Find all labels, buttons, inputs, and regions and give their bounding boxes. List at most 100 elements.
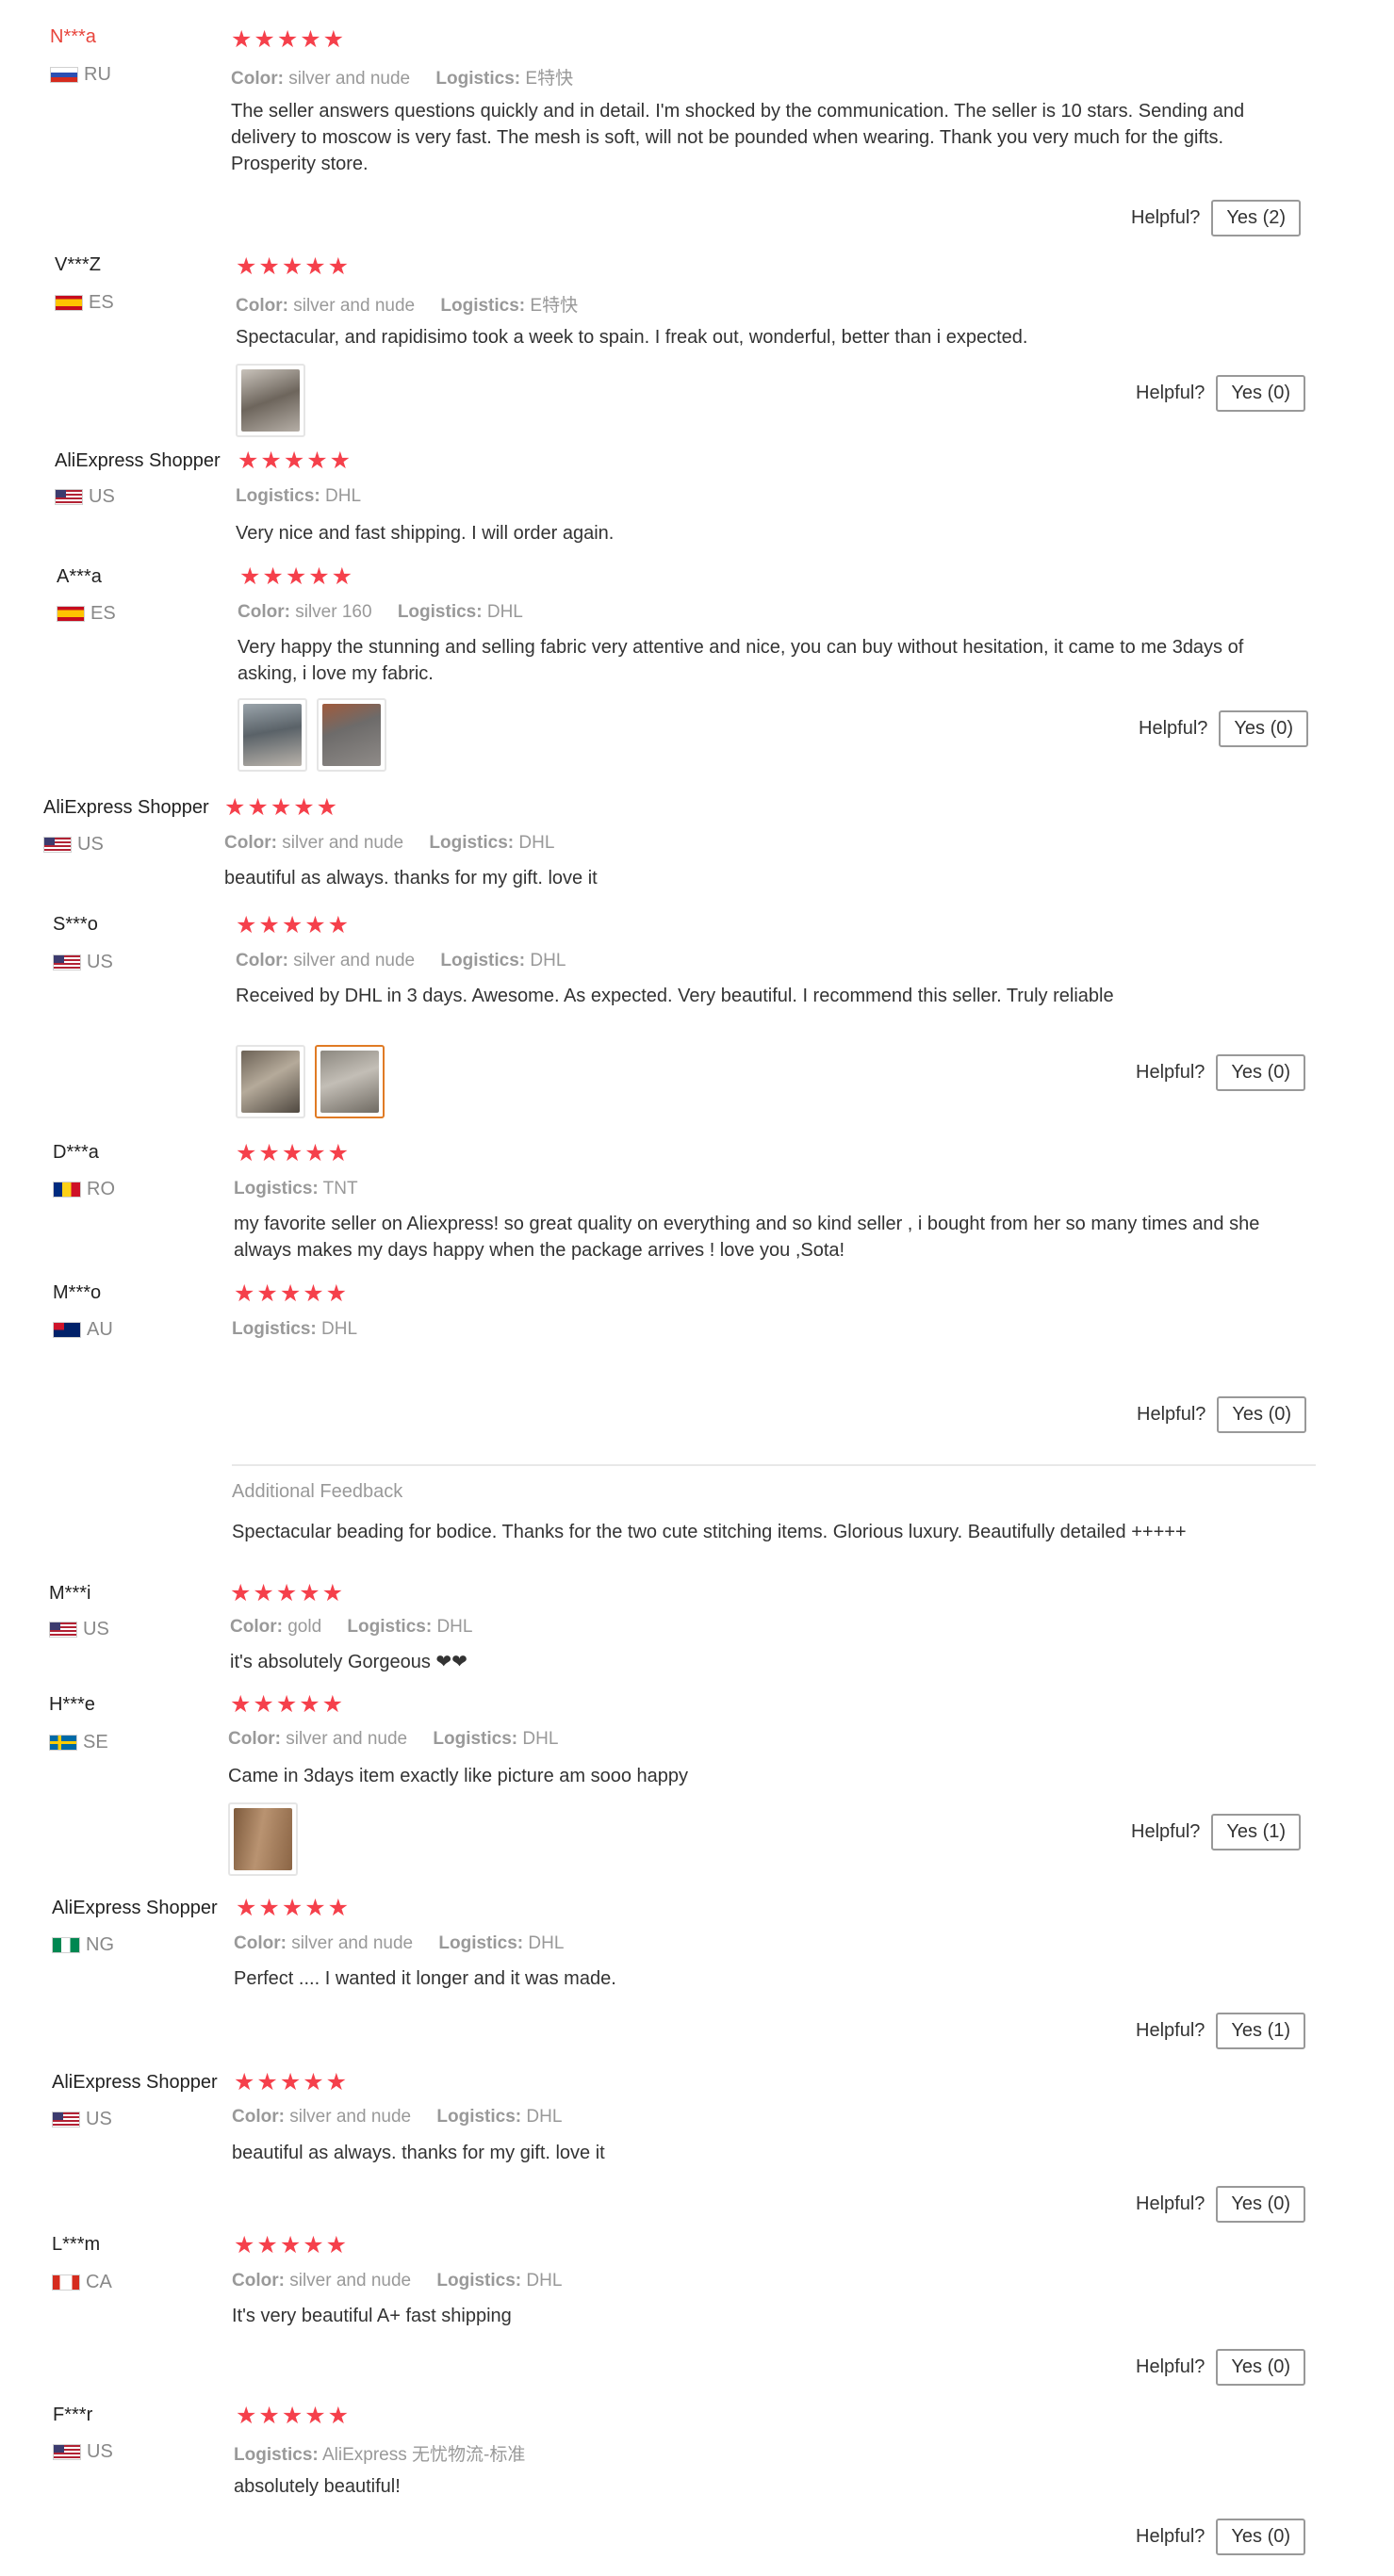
reviewer-country: NG [52,1934,114,1956]
reviewer-country: ES [57,603,116,625]
color-value: silver and nude [293,296,416,316]
reviewer-name: L***m [52,2234,101,2255]
order-info: Color: silver and nude Logistics: DHL [234,1933,584,1954]
color-label: Color: [236,951,288,970]
review-photos [236,1045,385,1118]
color-label: Color: [234,1933,287,1953]
helpful-label: Helpful? [1136,383,1205,403]
review-photo-thumbnail[interactable] [238,698,307,772]
helpful-yes-button[interactable]: Yes (0) [1217,1396,1307,1433]
logistics-value: DHL [486,602,523,622]
helpful-yes-button[interactable]: Yes (1) [1211,1814,1302,1850]
color-value: silver and nude [291,1933,414,1953]
usa-flag-icon [53,954,81,970]
logistics-value: DHL [526,2107,563,2127]
helpful-label: Helpful? [1137,1404,1206,1425]
reviewer-country: US [53,2441,113,2463]
canada-flag-icon [52,2274,80,2291]
helpful-section: Helpful? Yes (0) [1136,2349,1306,2386]
color-value: silver and nude [282,833,404,853]
logistics-label: Logistics: [234,1179,319,1198]
helpful-yes-button[interactable]: Yes (0) [1216,2349,1306,2386]
logistics-label: Logistics: [440,296,526,316]
reviewer-country: US [53,952,113,973]
star-rating: ★★★★★ [230,1580,346,1606]
logistics-label: Logistics: [232,1319,317,1339]
reviewer-name: AliExpress Shopper [55,450,221,471]
review-feed: N***a RU ★★★★★ Color: silver and nude Lo… [0,0,1394,2576]
reviewer-name: D***a [53,1142,99,1163]
usa-flag-icon [43,837,72,853]
review-photo-thumbnail[interactable] [236,364,305,437]
helpful-label: Helpful? [1131,207,1201,228]
color-label: Color: [228,1729,281,1749]
star-rating: ★★★★★ [236,253,352,280]
logistics-value: E特快 [530,296,579,316]
helpful-section: Helpful? Yes (1) [1136,2013,1306,2049]
helpful-yes-button[interactable]: Yes (0) [1216,2186,1306,2223]
star-rating: ★★★★★ [234,2069,350,2095]
color-label: Color: [224,833,277,853]
logistics-label: Logistics: [438,1933,524,1953]
additional-feedback-text: Spectacular beading for bodice. Thanks f… [232,1522,1187,1542]
star-rating: ★★★★★ [224,794,340,821]
logistics-value: DHL [528,1933,565,1953]
review-photos [228,1802,298,1876]
usa-flag-icon [52,2111,80,2128]
color-value: silver 160 [295,602,372,622]
helpful-section: Helpful? Yes (0) [1136,2186,1306,2223]
color-value: silver and nude [289,2107,412,2127]
reviewer-country: US [49,1619,109,1640]
helpful-yes-button[interactable]: Yes (0) [1219,710,1309,747]
color-value: gold [287,1617,322,1637]
order-info: Color: silver and nude Logistics: E特快 [236,291,599,317]
logistics-value: DHL [522,1729,559,1749]
helpful-section: Helpful? Yes (1) [1131,1814,1302,1850]
helpful-section: Helpful? Yes (0) [1136,375,1306,412]
helpful-yes-button[interactable]: Yes (0) [1216,1054,1306,1091]
order-info: Color: silver and nude Logistics: DHL [232,2271,582,2291]
order-info: Logistics: AliExpress 无忧物流-标准 [234,2440,546,2466]
helpful-label: Helpful? [1136,2356,1205,2377]
country-code: ES [90,603,116,624]
reviewer-name: AliExpress Shopper [43,797,209,818]
review-text: Came in 3days item exactly like picture … [228,1766,689,1786]
review-text: beautiful as always. thanks for my gift.… [224,868,598,889]
reviewer-country: US [55,486,115,508]
logistics-value: DHL [518,833,555,853]
color-label: Color: [238,602,290,622]
review-photo-thumbnail[interactable] [228,1802,298,1876]
color-label: Color: [236,296,288,316]
reviewer-country: ES [55,292,114,314]
country-code: US [87,2441,113,2462]
usa-flag-icon [49,1622,77,1638]
helpful-yes-button[interactable]: Yes (0) [1216,375,1306,412]
reviewer-country: CA [52,2272,112,2293]
review-photo-thumbnail[interactable] [315,1045,385,1118]
helpful-section: Helpful? Yes (0) [1139,710,1309,747]
country-code: RU [84,64,111,85]
star-rating: ★★★★★ [230,1691,346,1718]
logistics-label: Logistics: [435,69,521,89]
helpful-yes-button[interactable]: Yes (0) [1216,2519,1306,2555]
country-code: US [89,486,115,507]
logistics-value: E特快 [525,69,574,89]
review-photos [236,364,305,437]
order-info: Logistics: DHL [232,1319,378,1340]
nigeria-flag-icon [52,1937,80,1953]
review-photo-thumbnail[interactable] [317,698,386,772]
reviewer-name: M***i [49,1583,91,1604]
reviewer-name: N***a [50,26,96,47]
helpful-yes-button[interactable]: Yes (2) [1211,200,1302,236]
star-rating: ★★★★★ [238,448,353,474]
order-info: Color: gold Logistics: DHL [230,1617,493,1638]
review-photo-thumbnail[interactable] [236,1045,305,1118]
logistics-value: TNT [322,1179,358,1198]
helpful-yes-button[interactable]: Yes (1) [1216,2013,1306,2049]
helpful-label: Helpful? [1136,2193,1205,2214]
helpful-section: Helpful? Yes (0) [1136,2519,1306,2555]
star-rating: ★★★★★ [236,1140,352,1166]
logistics-label: Logistics: [440,951,526,970]
reviewer-country: US [52,2109,112,2130]
order-info: Color: silver and nude Logistics: DHL [228,1729,579,1750]
